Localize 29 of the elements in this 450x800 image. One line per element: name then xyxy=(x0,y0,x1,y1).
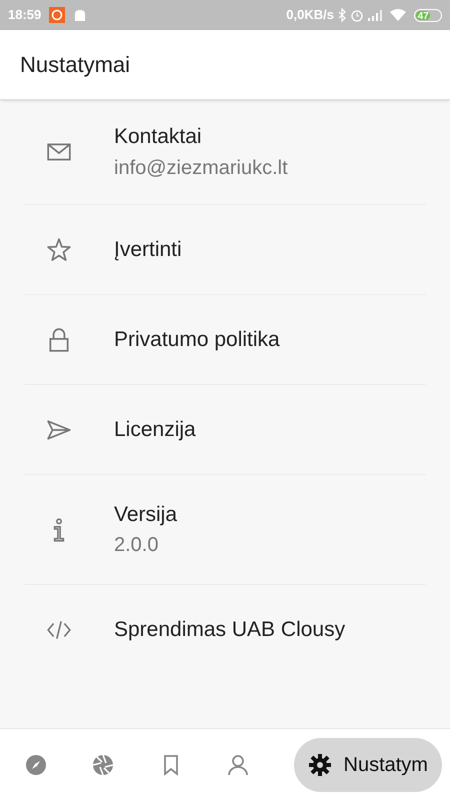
item-title: Kontaktai xyxy=(114,124,203,150)
nav-tab[interactable]: Nustatym xyxy=(294,738,442,792)
bluetooth-icon xyxy=(338,8,346,22)
settings-item[interactable]: Versija 2.0.0 xyxy=(24,475,426,585)
alarm-icon xyxy=(350,8,364,22)
settings-item[interactable]: Įvertinti xyxy=(24,205,426,295)
item-title: Versija xyxy=(114,502,178,528)
settings-item[interactable]: Privatumo politika xyxy=(24,295,426,385)
clock: 18:59 xyxy=(8,6,42,24)
settings-item[interactable]: Kontaktai info@ziezmariukc.lt xyxy=(24,100,426,205)
aperture-icon xyxy=(91,752,116,776)
settings-item[interactable]: Licenzija xyxy=(24,385,426,475)
person-icon xyxy=(226,752,250,776)
settings-icon xyxy=(308,752,332,776)
network-speed: 0,0KB/s xyxy=(286,6,334,24)
app-notification-icon xyxy=(49,7,66,23)
signal-icon xyxy=(368,9,382,21)
item-title: Sprendimas UAB Clousy xyxy=(114,617,346,644)
star-icon xyxy=(46,236,72,262)
wifi-icon xyxy=(390,9,406,21)
item-subtitle: 2.0.0 xyxy=(114,533,160,558)
item-title: Licenzija xyxy=(114,416,196,443)
page-title: Nustatymai xyxy=(20,51,130,79)
item-title: Privatumo politika xyxy=(114,326,280,353)
battery-level: 47 xyxy=(416,10,430,20)
item-subtitle: info@ziezmariukc.lt xyxy=(114,156,288,181)
settings-item[interactable]: Sprendimas UAB Clousy xyxy=(24,585,426,675)
item-title: Įvertinti xyxy=(114,236,182,263)
compass-icon xyxy=(24,752,48,776)
